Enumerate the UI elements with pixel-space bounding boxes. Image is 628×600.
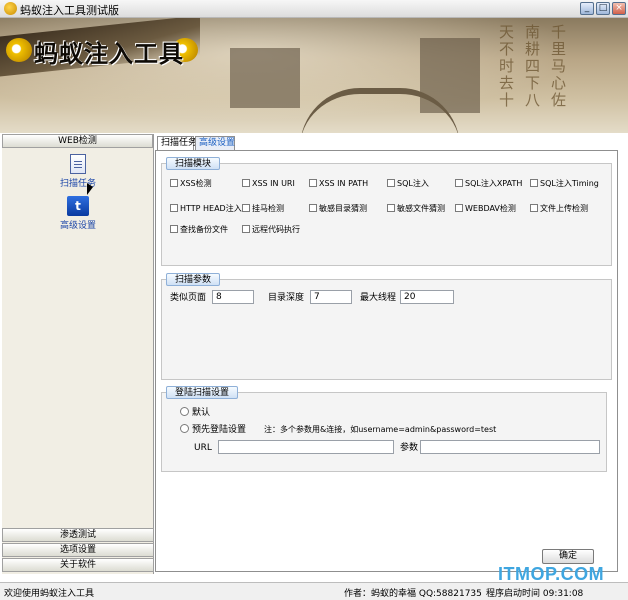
checkbox-rce[interactable]: 远程代码执行	[242, 225, 300, 235]
tab-advanced-settings[interactable]: 高级设置	[195, 136, 235, 150]
sidebar-item-advanced[interactable]: t 高级设置	[2, 196, 154, 231]
ok-button[interactable]: 确定	[542, 549, 594, 564]
status-author: 作者：蚂蚁的幸福 QQ:58821735	[344, 589, 482, 599]
scan-params-group: 扫描参数 类似页面 目录深度 最大线程	[161, 273, 612, 380]
calligraphy-text-3: 千里马心佐	[549, 24, 567, 109]
scan-params-title: 扫描参数	[166, 273, 221, 286]
calligraphy-text-2: 南耕四下八	[523, 24, 541, 109]
minimize-button[interactable]: _	[580, 2, 594, 15]
checkbox-sensitive-file[interactable]: 敏感文件猜测	[387, 204, 445, 214]
checkbox-trojan[interactable]: 挂马检测	[242, 204, 284, 214]
sidebar-btn-pentest[interactable]: 渗透测试	[2, 528, 154, 542]
maximize-button[interactable]: □	[596, 2, 610, 15]
similar-pages-input[interactable]	[212, 290, 254, 304]
checkbox-xss-in-path[interactable]: XSS IN PATH	[309, 179, 368, 189]
radio-default[interactable]: 默认	[180, 407, 210, 419]
calligraphy-text-1: 天不时去十	[497, 24, 515, 109]
title-bar: 蚂蚁注入工具测试版 _ □ ×	[0, 0, 628, 18]
scan-module-group: 扫描模块 XSS检测 XSS IN URI XSS IN PATH SQL注入 …	[161, 157, 612, 266]
sidebar-header[interactable]: WEB检测	[2, 134, 153, 148]
login-note: 注：多个参数用&连接，如username=admin&password=test	[264, 425, 497, 434]
checkbox-webdav[interactable]: WEBDAV检测	[455, 204, 516, 214]
status-welcome: 欢迎使用蚂蚁注入工具	[4, 589, 95, 599]
status-bar: 欢迎使用蚂蚁注入工具 作者：蚂蚁的幸福 QQ:58821735 程序启动时间 0…	[0, 582, 628, 600]
scan-module-title: 扫描模块	[166, 157, 221, 170]
similar-pages-label: 类似页面	[170, 293, 207, 303]
sidebar-item-label: 高级设置	[59, 221, 96, 231]
checkbox-file-upload[interactable]: 文件上传检测	[530, 204, 588, 214]
checkbox-http-head[interactable]: HTTP HEAD注入	[170, 204, 242, 214]
status-runtime: 程序启动时间 09:31:08	[486, 589, 584, 599]
sidebar-item-scan-task[interactable]: 扫描任务	[2, 154, 154, 189]
dir-depth-label: 目录深度	[268, 293, 305, 303]
document-icon	[70, 154, 86, 174]
url-input[interactable]	[218, 440, 394, 454]
sidebar: WEB检测 扫描任务 t 高级设置 渗透测试 选项设置 关于软件	[2, 134, 154, 574]
checkbox-xss[interactable]: XSS检测	[170, 179, 212, 189]
max-threads-label: 最大线程	[360, 293, 397, 303]
banner-image: 蚂蚁注入工具 天不时去十 南耕四下八 千里马心佐	[0, 18, 628, 133]
dir-depth-input[interactable]	[310, 290, 352, 304]
url-label: URL	[194, 443, 212, 453]
window-title: 蚂蚁注入工具测试版	[20, 4, 119, 17]
radio-prelogin[interactable]: 预先登陆设置	[180, 424, 246, 436]
checkbox-sensitive-dir[interactable]: 敏感目录猜测	[309, 204, 367, 214]
checkbox-xss-in-uri[interactable]: XSS IN URI	[242, 179, 295, 189]
ant-logo-icon	[6, 38, 32, 62]
mouse-cursor-icon	[87, 183, 93, 195]
max-threads-input[interactable]	[400, 290, 454, 304]
checkbox-backup-files[interactable]: 查找备份文件	[170, 225, 228, 235]
tab-scan-task[interactable]: 扫描任务	[157, 136, 197, 150]
checkbox-sql-timing[interactable]: SQL注入Timing	[530, 179, 599, 189]
login-scan-title: 登陆扫描设置	[166, 386, 239, 399]
close-button[interactable]: ×	[612, 2, 626, 15]
param-label: 参数	[400, 443, 419, 453]
sidebar-btn-about[interactable]: 关于软件	[2, 558, 154, 572]
app-logo: 蚂蚁注入工具	[34, 39, 184, 68]
settings-icon: t	[67, 196, 89, 216]
checkbox-sql-xpath[interactable]: SQL注入XPATH	[455, 179, 522, 189]
sidebar-btn-options[interactable]: 选项设置	[2, 543, 154, 557]
param-input[interactable]	[420, 440, 600, 454]
app-icon	[4, 2, 17, 15]
tab-content: 扫描模块 XSS检测 XSS IN URI XSS IN PATH SQL注入 …	[155, 150, 618, 572]
checkbox-sql-injection[interactable]: SQL注入	[387, 179, 429, 189]
login-scan-group: 登陆扫描设置 默认 预先登陆设置 注：多个参数用&连接，如username=ad…	[161, 386, 607, 472]
